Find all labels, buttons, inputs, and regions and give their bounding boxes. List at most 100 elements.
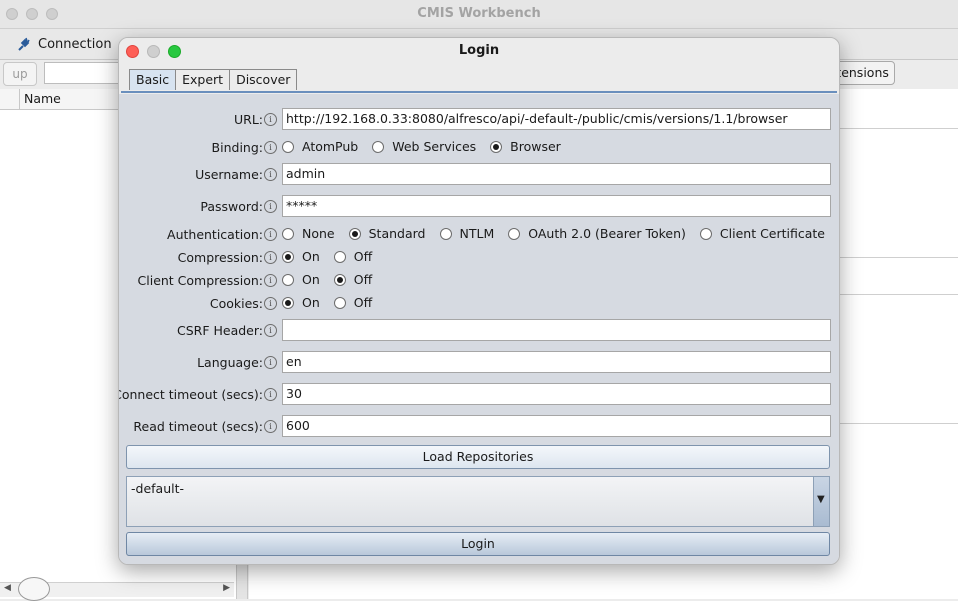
radio-client-compression-on[interactable] xyxy=(282,273,294,286)
info-icon[interactable]: i xyxy=(264,251,277,264)
authentication-options: None Standard NTLM OAuth 2.0 (Bearer Tok… xyxy=(282,226,839,241)
tab-basic[interactable]: Basic xyxy=(129,69,177,90)
username-label: Username: xyxy=(195,167,263,182)
compression-off-option[interactable]: Off xyxy=(333,249,372,264)
radio-none[interactable] xyxy=(282,227,294,240)
cookies-row: Cookies: i On Off xyxy=(119,292,839,316)
cookies-on-option[interactable]: On xyxy=(282,295,320,310)
radio-compression-on[interactable] xyxy=(282,250,294,263)
info-icon[interactable]: i xyxy=(264,168,277,181)
radio-atompub[interactable] xyxy=(282,140,294,153)
scroll-left-icon[interactable]: ◀ xyxy=(4,583,11,593)
divider xyxy=(839,257,958,258)
tab-discover[interactable]: Discover xyxy=(229,69,298,90)
language-row: Language: i en xyxy=(119,351,839,375)
info-icon[interactable]: i xyxy=(264,420,277,433)
read-timeout-row: Read timeout (secs): i 600 xyxy=(119,415,839,439)
name-column-header[interactable]: Name xyxy=(24,91,61,106)
connection-button[interactable]: Connection xyxy=(10,32,118,56)
binding-options: AtomPub Web Services Browser xyxy=(282,139,575,154)
login-button[interactable]: Login xyxy=(126,532,830,556)
radio-client-certificate[interactable] xyxy=(699,227,712,240)
radio-webservices[interactable] xyxy=(372,140,385,153)
compression-row: Compression: i On Off xyxy=(119,246,839,270)
scroll-thumb[interactable] xyxy=(18,577,50,601)
language-label: Language: xyxy=(197,355,263,370)
connection-label: Connection xyxy=(38,36,112,52)
tab-expert[interactable]: Expert xyxy=(175,69,231,90)
divider xyxy=(839,423,958,424)
dialog-title: Login xyxy=(458,43,500,58)
radio-oauth[interactable] xyxy=(508,227,521,240)
main-window-title: CMIS Workbench xyxy=(417,6,541,21)
auth-oauth-option[interactable]: OAuth 2.0 (Bearer Token) xyxy=(508,226,686,241)
plug-icon xyxy=(18,37,30,51)
info-icon[interactable]: i xyxy=(264,356,277,369)
url-input[interactable]: http://192.168.0.33:8080/alfresco/api/-d… xyxy=(282,108,831,130)
cookies-label: Cookies: xyxy=(209,296,263,311)
radio-cookies-on[interactable] xyxy=(282,296,294,309)
chevron-down-icon: ▼ xyxy=(817,494,825,505)
password-label: Password: xyxy=(200,199,263,214)
radio-client-compression-off[interactable] xyxy=(333,273,346,286)
info-icon[interactable]: i xyxy=(264,113,277,126)
radio-cookies-off[interactable] xyxy=(333,296,346,309)
info-icon[interactable]: i xyxy=(264,228,277,241)
repository-dropdown-button[interactable]: ▼ xyxy=(813,477,829,526)
repository-list[interactable]: -default- ▼ xyxy=(126,476,830,527)
radio-ntlm[interactable] xyxy=(439,227,452,240)
url-row: URL: i http://192.168.0.33:8080/alfresco… xyxy=(119,108,839,132)
language-input[interactable]: en xyxy=(282,351,831,373)
load-repositories-button[interactable]: Load Repositories xyxy=(126,445,830,469)
password-input[interactable]: ***** xyxy=(282,195,831,217)
radio-compression-off[interactable] xyxy=(333,250,346,263)
compression-options: On Off xyxy=(282,249,386,264)
cookies-options: On Off xyxy=(282,295,386,310)
username-input[interactable]: admin xyxy=(282,163,831,185)
binding-browser-option[interactable]: Browser xyxy=(490,139,561,154)
connect-timeout-input[interactable]: 30 xyxy=(282,383,831,405)
read-timeout-label: Read timeout (secs): xyxy=(133,419,263,434)
tab-underline xyxy=(121,91,837,93)
authentication-row: Authentication: i None Standard NTLM OAu… xyxy=(119,223,839,247)
auth-ntlm-option[interactable]: NTLM xyxy=(439,226,494,241)
up-button[interactable]: up xyxy=(3,62,37,86)
compression-on-option[interactable]: On xyxy=(282,249,320,264)
binding-atompub-option[interactable]: AtomPub xyxy=(282,139,358,154)
binding-row: Binding: i AtomPub Web Services Browser xyxy=(119,136,839,160)
client-compression-on-option[interactable]: On xyxy=(282,272,320,287)
info-icon[interactable]: i xyxy=(264,324,277,337)
info-icon[interactable]: i xyxy=(264,388,277,401)
radio-browser[interactable] xyxy=(490,140,503,153)
username-row: Username: i admin xyxy=(119,163,839,187)
info-icon[interactable]: i xyxy=(264,274,277,287)
client-compression-off-option[interactable]: Off xyxy=(333,272,372,287)
tab-bar: Basic Expert Discover xyxy=(129,69,298,90)
client-compression-label: Client Compression: xyxy=(137,273,263,288)
read-timeout-input[interactable]: 600 xyxy=(282,415,831,437)
info-icon[interactable]: i xyxy=(264,297,277,310)
info-icon[interactable]: i xyxy=(264,200,277,213)
radio-standard[interactable] xyxy=(348,227,361,240)
repository-item[interactable]: -default- xyxy=(131,481,184,496)
main-titlebar: CMIS Workbench xyxy=(0,0,958,29)
horizontal-scrollbar[interactable]: ◀ ▶ xyxy=(0,577,234,601)
info-icon[interactable]: i xyxy=(264,141,277,154)
divider xyxy=(839,128,958,129)
authentication-label: Authentication: xyxy=(167,227,263,242)
csrf-header-input[interactable] xyxy=(282,319,831,341)
csrf-header-label: CSRF Header: xyxy=(176,323,263,338)
csrf-header-row: CSRF Header: i xyxy=(119,319,839,343)
compression-label: Compression: xyxy=(177,250,263,265)
password-row: Password: i ***** xyxy=(119,195,839,219)
divider xyxy=(839,294,958,295)
url-label: URL: xyxy=(233,112,263,127)
dialog-titlebar: Login xyxy=(119,38,839,66)
auth-client-certificate-option[interactable]: Client Certificate xyxy=(699,226,825,241)
cookies-off-option[interactable]: Off xyxy=(333,295,372,310)
binding-webservices-option[interactable]: Web Services xyxy=(372,139,476,154)
client-compression-row: Client Compression: i On Off xyxy=(119,269,839,293)
auth-standard-option[interactable]: Standard xyxy=(348,226,426,241)
auth-none-option[interactable]: None xyxy=(282,226,335,241)
scroll-right-icon[interactable]: ▶ xyxy=(223,583,230,593)
